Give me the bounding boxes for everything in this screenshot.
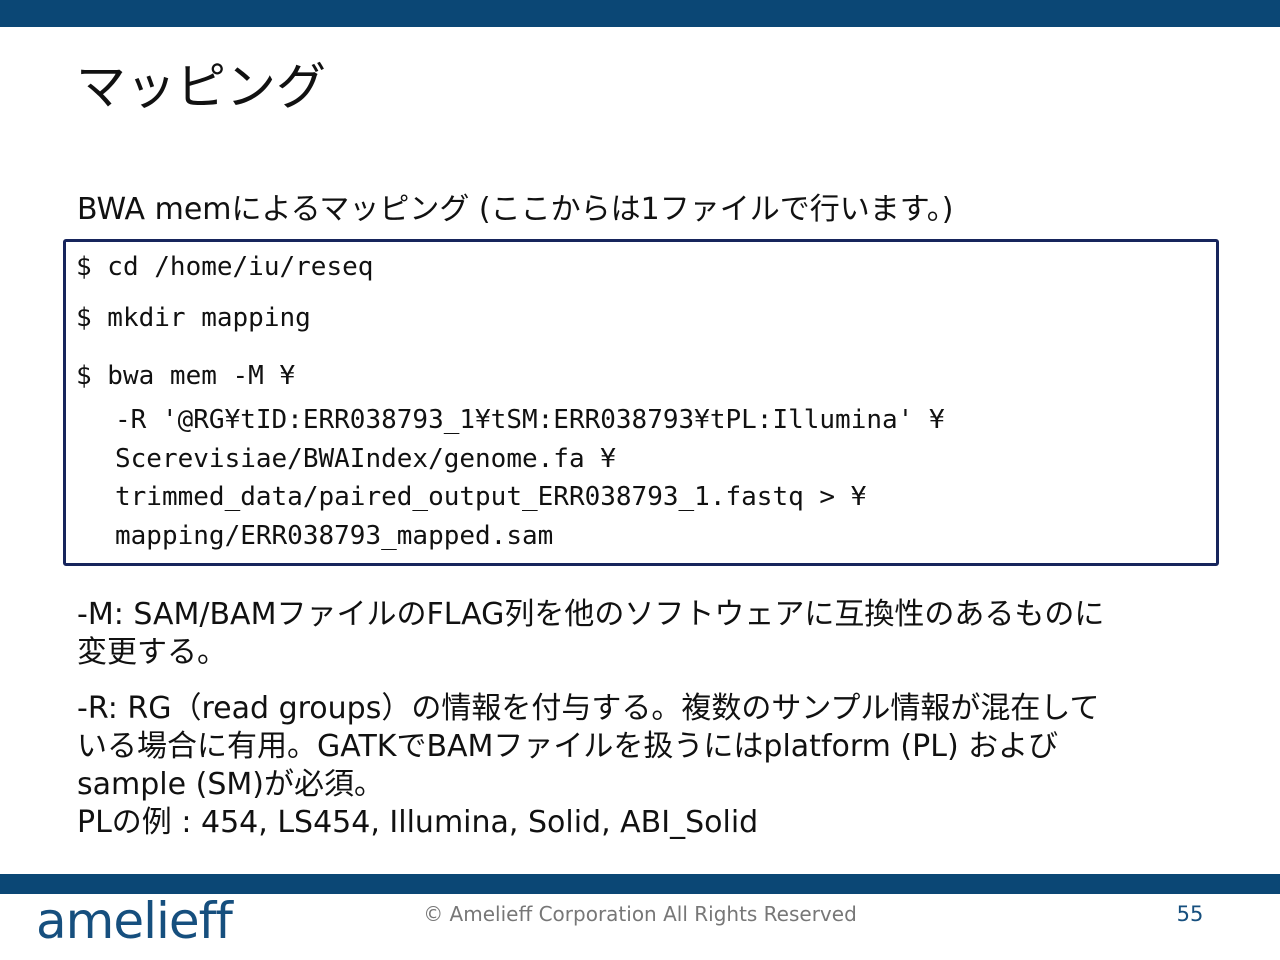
r-option-note: -R: RG（read groups）の情報を付与する。複数のサンプル情報が混在… — [77, 690, 1207, 842]
m-option-line-1: -M: SAM/BAMファイルのFLAG列を他のソフトウェアに互換性のあるものに — [77, 597, 1105, 632]
slide-title: マッピング — [76, 58, 326, 116]
slide-subtitle: BWA memによるマッピング (ここからは1ファイルで行います。) — [77, 192, 954, 227]
code-line-input: trimmed_data/paired_output_ERR038793_1.f… — [115, 482, 867, 512]
code-line-output: mapping/ERR038793_mapped.sam — [115, 521, 554, 551]
m-option-line-2: 変更する。 — [77, 635, 227, 670]
top-bar — [0, 0, 1280, 27]
code-line-read-group: -R '@RG¥tID:ERR038793_1¥tSM:ERR038793¥tP… — [115, 405, 945, 435]
page-number: 55 — [1176, 902, 1204, 926]
r-option-line-1: -R: RG（read groups）の情報を付与する。複数のサンプル情報が混在… — [77, 691, 1100, 726]
r-option-line-2: いる場合に有用。GATKでBAMファイルを扱うにはplatform (PL) お… — [77, 729, 1059, 764]
code-line-bwa: $ bwa mem -M ¥ — [76, 361, 296, 391]
pl-examples-line: PLの例 : 454, LS454, Illumina, Solid, ABI_… — [77, 805, 759, 840]
code-line-reference: Scerevisiae/BWAIndex/genome.fa ¥ — [115, 444, 616, 474]
m-option-note: -M: SAM/BAMファイルのFLAG列を他のソフトウェアに互換性のあるものに… — [77, 596, 1207, 672]
copyright-text: © Amelieff Corporation All Rights Reserv… — [423, 902, 857, 926]
code-line-cd: $ cd /home/iu/reseq — [76, 252, 374, 282]
r-option-line-3: sample (SM)が必須。 — [77, 767, 384, 802]
code-line-mkdir: $ mkdir mapping — [76, 303, 311, 333]
